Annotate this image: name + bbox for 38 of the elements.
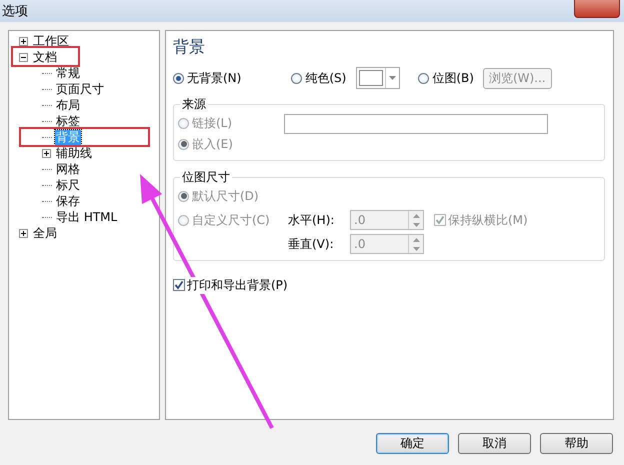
up-arrow-icon xyxy=(412,214,420,218)
tree-item[interactable]: 页面尺寸 xyxy=(55,82,105,96)
expand-icon[interactable] xyxy=(19,228,28,238)
expand-icon[interactable] xyxy=(19,36,28,46)
field-label: 垂直(V): xyxy=(288,236,335,252)
tree-item[interactable]: 全局 xyxy=(32,226,58,240)
text-field[interactable] xyxy=(284,114,548,134)
field-label: 水平(H): xyxy=(288,212,336,228)
tree-item[interactable]: 网格 xyxy=(55,162,81,176)
tree-item[interactable]: 保存 xyxy=(55,194,81,208)
checkmark-icon xyxy=(174,280,184,290)
up-arrow-icon xyxy=(412,238,420,242)
collapse-icon[interactable] xyxy=(19,52,28,62)
radio-button[interactable]: 无背景(N) xyxy=(173,70,242,86)
checkmark-icon xyxy=(435,215,445,225)
tree-item[interactable]: 文档 xyxy=(32,50,58,64)
down-arrow-icon xyxy=(412,222,420,226)
expand-icon[interactable] xyxy=(42,148,51,158)
tree-item[interactable]: 标尺 xyxy=(55,178,81,192)
window-title: 选项 xyxy=(2,3,28,20)
radio-button[interactable]: 纯色(S) xyxy=(291,70,346,86)
group-title: 位图尺寸 xyxy=(181,169,231,186)
tree-item[interactable]: 导出 HTML xyxy=(55,210,118,224)
dialog-button[interactable]: 帮助 xyxy=(540,433,613,454)
dialog-button[interactable]: 确定 xyxy=(376,433,449,454)
section-heading: 背景 xyxy=(173,37,206,58)
radio-button[interactable]: 位图(B) xyxy=(418,70,474,86)
caret-icon xyxy=(389,76,396,80)
group-title: 来源 xyxy=(181,96,207,113)
tree-item[interactable]: 标签 xyxy=(55,114,81,128)
tree-item[interactable]: 辅助线 xyxy=(55,146,93,160)
close-button[interactable] xyxy=(574,0,620,18)
color-dropdown[interactable] xyxy=(356,67,400,89)
dialog-button[interactable]: 取消 xyxy=(458,433,531,454)
tree-item[interactable]: 布局 xyxy=(55,98,81,112)
down-arrow-icon xyxy=(412,246,420,250)
tree-item[interactable]: 常规 xyxy=(55,66,81,80)
tree-item[interactable]: 工作区 xyxy=(32,34,70,48)
